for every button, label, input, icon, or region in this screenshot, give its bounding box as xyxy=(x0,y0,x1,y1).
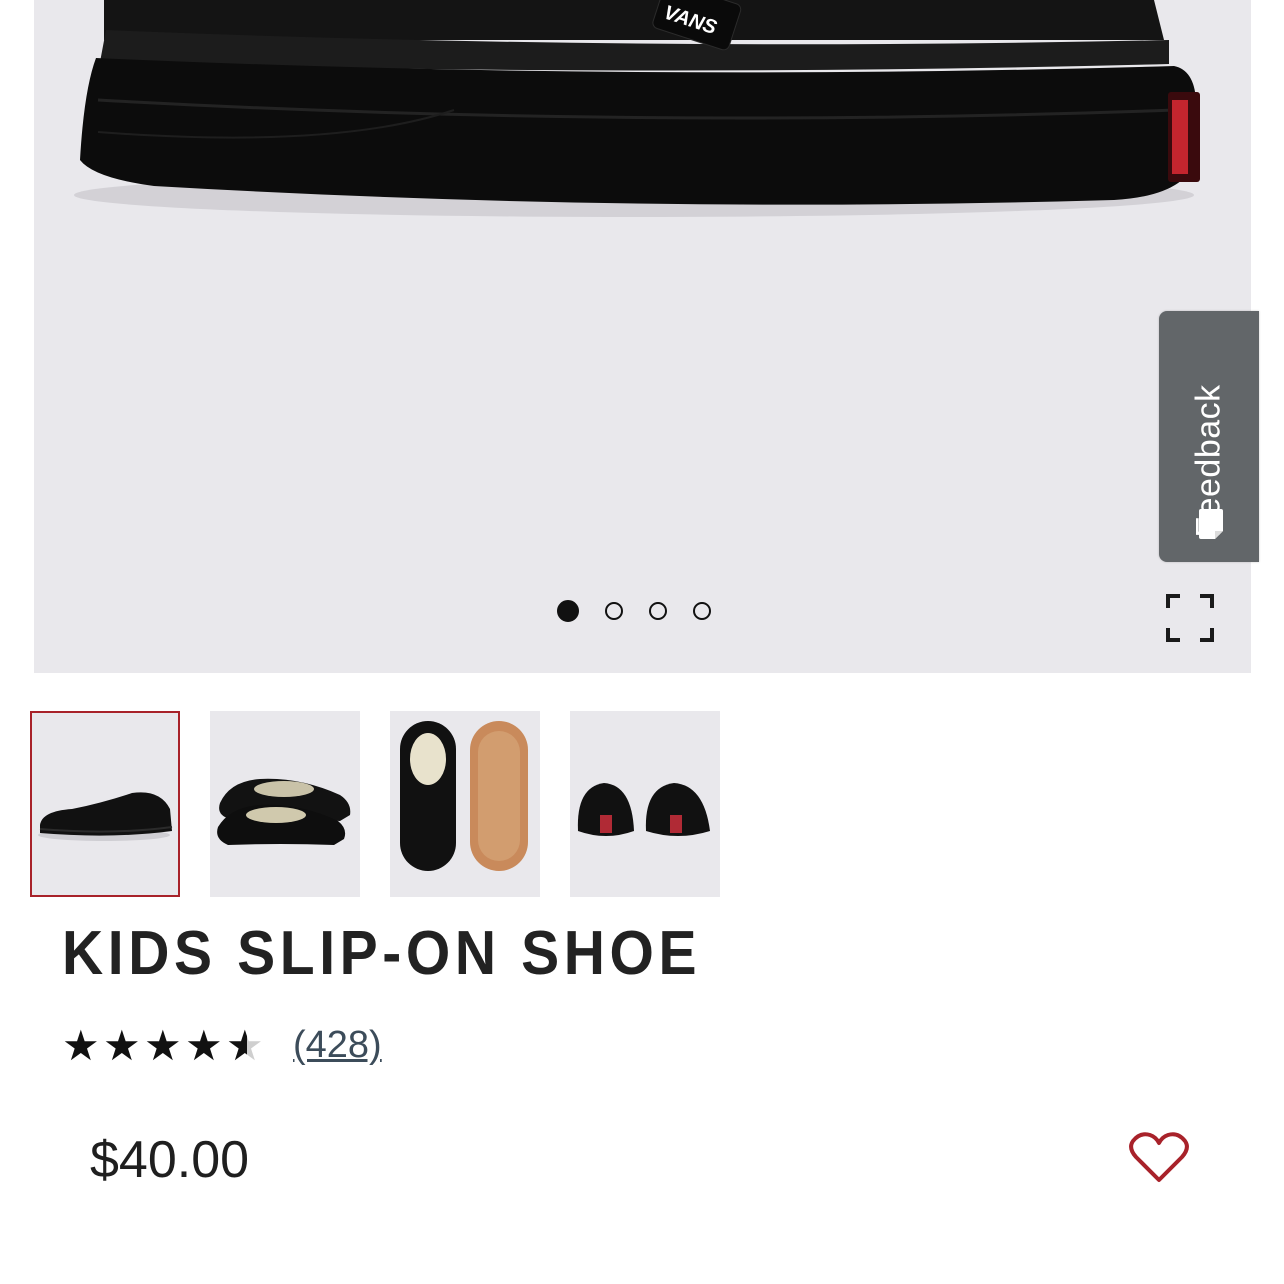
hero-shoe-image: VANS xyxy=(74,0,1200,217)
product-hero-image[interactable]: VANS xyxy=(34,0,1251,673)
carousel-dot-1[interactable] xyxy=(557,600,579,622)
thumbnail-1[interactable] xyxy=(30,711,180,897)
star-icon: ★ xyxy=(185,1021,223,1069)
star-icon: ★ xyxy=(62,1021,100,1069)
thumbnail-4[interactable] xyxy=(570,711,720,897)
review-count-link[interactable]: (428) xyxy=(293,1024,382,1067)
feedback-note-icon xyxy=(1199,509,1223,539)
heart-outline-icon[interactable] xyxy=(1128,1132,1190,1184)
product-price: $40.00 xyxy=(90,1131,250,1189)
fullscreen-expand-icon[interactable] xyxy=(1166,594,1214,642)
star-icon: ★ xyxy=(144,1021,182,1069)
thumbnail-side-view-image xyxy=(38,792,173,841)
thumbnail-3[interactable] xyxy=(390,711,540,897)
thumbnail-top-sole-image xyxy=(400,721,528,871)
product-rating: ★ ★ ★ ★ ★ (428) xyxy=(62,1024,382,1067)
thumbnail-pair-image xyxy=(217,778,351,845)
star-icon: ★ xyxy=(103,1021,141,1069)
feedback-tab[interactable]: Feedback xyxy=(1159,311,1259,562)
thumbnail-2[interactable] xyxy=(210,711,360,897)
thumbnail-heels-image xyxy=(577,783,710,836)
carousel-dot-2[interactable] xyxy=(605,602,623,620)
carousel-dot-3[interactable] xyxy=(649,602,667,620)
star-rating: ★ ★ ★ ★ ★ xyxy=(62,1021,267,1069)
carousel-dots xyxy=(557,600,711,622)
star-half-icon: ★ xyxy=(226,1024,267,1067)
product-title: KIDS SLIP-ON SHOE xyxy=(62,919,702,988)
carousel-dot-4[interactable] xyxy=(693,602,711,620)
